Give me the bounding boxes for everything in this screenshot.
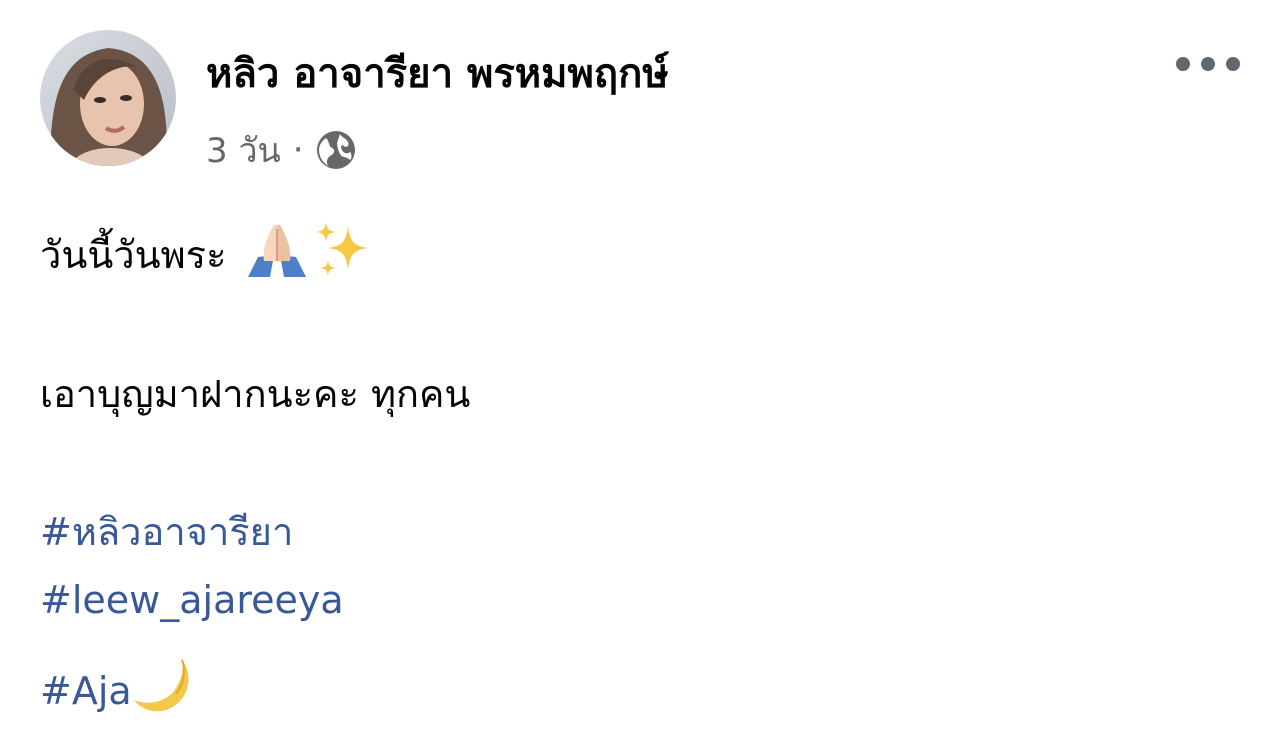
more-dot <box>1176 57 1190 71</box>
hashtag-text: #leew_ajareeya <box>40 578 344 622</box>
post-time[interactable]: 3 วัน <box>206 123 281 177</box>
meta-separator: · <box>292 130 304 170</box>
folded-hands-emoji <box>244 221 310 290</box>
author-name[interactable]: หลิว อาจารียา พรหมพฤกษ์ <box>206 50 669 98</box>
author-avatar[interactable] <box>40 30 176 166</box>
sparkles-emoji <box>312 220 372 291</box>
hashtag-text: #Aja <box>40 668 132 713</box>
hashtag-link[interactable]: #Aja <box>40 656 196 727</box>
post-text-line: เอาบุญมาฝากนะคะ ทุกคน <box>40 372 470 418</box>
more-dot <box>1201 57 1215 71</box>
post-text: เอาบุญมาฝากนะคะ ทุกคน <box>40 372 471 416</box>
hashtag-text: #หลิวอาจารียา <box>40 510 294 554</box>
post-meta: 3 วัน · <box>206 125 358 175</box>
globe-icon[interactable] <box>314 128 358 172</box>
crescent-moon-emoji <box>132 656 196 727</box>
more-options-icon[interactable] <box>1176 46 1240 82</box>
post-text-line: วันนี้วันพระ <box>40 220 372 291</box>
post-text: วันนี้วันพระ <box>40 232 227 277</box>
more-dot <box>1226 57 1240 71</box>
hashtag-link[interactable]: #leew_ajareeya <box>40 578 344 624</box>
hashtag-link[interactable]: #หลิวอาจารียา <box>40 510 293 556</box>
